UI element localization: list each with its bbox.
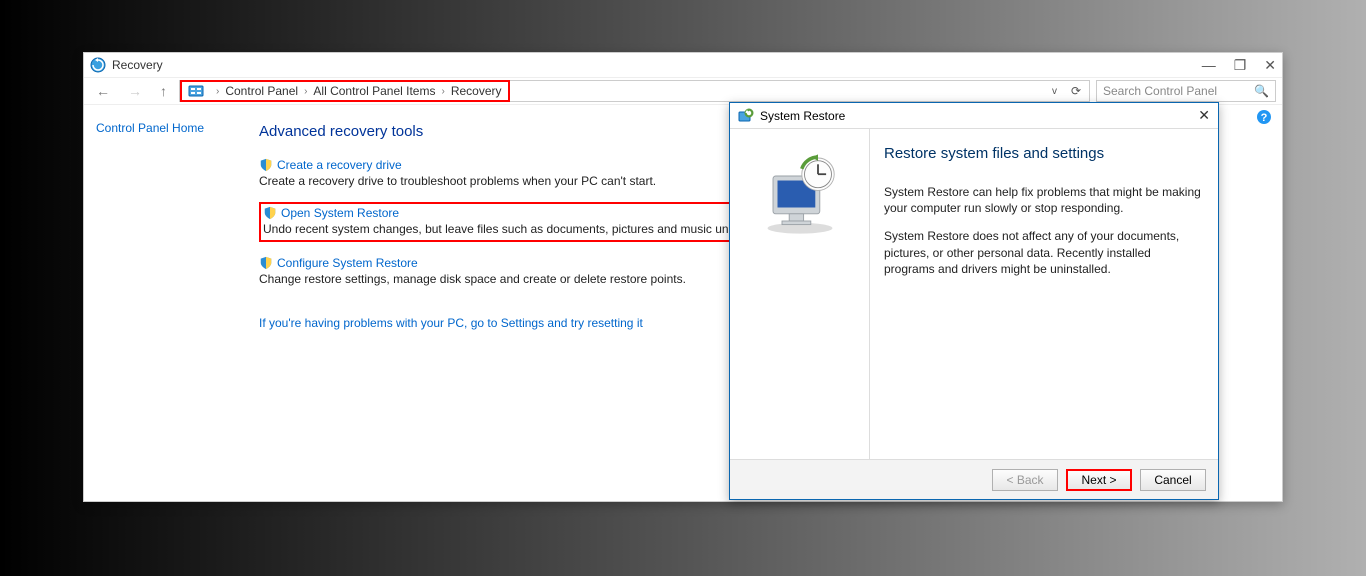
nav-forward-icon[interactable]: → — [122, 83, 148, 99]
back-button: < Back — [992, 469, 1058, 491]
dialog-paragraph-2: System Restore does not affect any of yo… — [884, 228, 1204, 277]
chevron-right-icon: › — [304, 86, 307, 97]
dialog-body: Restore system files and settings System… — [730, 129, 1218, 459]
search-input[interactable]: Search Control Panel 🔍 — [1096, 80, 1276, 102]
dialog-heading: Restore system files and settings — [884, 145, 1204, 162]
breadcrumb-bar[interactable]: › Control Panel › All Control Panel Item… — [179, 80, 1090, 102]
chevron-right-icon: › — [441, 86, 444, 97]
search-placeholder: Search Control Panel — [1103, 84, 1217, 98]
dialog-close-icon[interactable]: ✕ — [1198, 107, 1210, 124]
dialog-footer: < Back Next > Cancel — [730, 459, 1218, 499]
create-recovery-drive-link[interactable]: Create a recovery drive — [277, 158, 402, 172]
troubleshoot-link[interactable]: If you're having problems with your PC, … — [259, 316, 643, 330]
control-panel-icon — [188, 83, 204, 99]
next-button[interactable]: Next > — [1066, 469, 1132, 491]
system-restore-icon — [738, 108, 754, 124]
dialog-left-pane — [730, 129, 870, 459]
dialog-paragraph-1: System Restore can help fix problems tha… — [884, 184, 1204, 216]
breadcrumb-item-control-panel[interactable]: Control Panel — [225, 84, 298, 98]
system-restore-illustration-icon — [755, 149, 845, 239]
nav-back-icon[interactable]: ← — [90, 83, 116, 99]
dialog-right-pane: Restore system files and settings System… — [870, 129, 1218, 459]
refresh-icon[interactable]: ⟳ — [1063, 84, 1089, 98]
window-controls: — ❐ ✕ — [1202, 57, 1276, 74]
shield-icon — [263, 206, 277, 220]
shield-icon — [259, 158, 273, 172]
address-bar: ← → ↑ › Control Panel › All Control Pane… — [84, 77, 1282, 105]
dialog-title: System Restore — [760, 109, 845, 123]
svg-text:?: ? — [1261, 112, 1268, 124]
maximize-button[interactable]: ❐ — [1234, 57, 1247, 74]
breadcrumb-dropdown-icon[interactable]: v — [1052, 86, 1063, 97]
sidebar: Control Panel Home — [84, 105, 259, 501]
window-titlebar: Recovery — ❐ ✕ — [84, 53, 1282, 77]
open-system-restore-link[interactable]: Open System Restore — [281, 206, 399, 220]
breadcrumb-highlight: › Control Panel › All Control Panel Item… — [180, 80, 510, 102]
cancel-button[interactable]: Cancel — [1140, 469, 1206, 491]
breadcrumb-item-recovery[interactable]: Recovery — [451, 84, 502, 98]
help-icon[interactable]: ? — [1256, 109, 1272, 130]
configure-system-restore-link[interactable]: Configure System Restore — [277, 256, 418, 270]
recovery-icon — [90, 57, 106, 73]
open-system-restore-desc: Undo recent system changes, but leave fi… — [263, 222, 778, 236]
search-icon: 🔍 — [1254, 84, 1269, 98]
chevron-right-icon: › — [216, 86, 219, 97]
tool-open-system-restore: Open System Restore Undo recent system c… — [263, 206, 778, 236]
control-panel-home-link[interactable]: Control Panel Home — [96, 121, 204, 135]
system-restore-dialog: System Restore ✕ — [729, 102, 1219, 500]
nav-up-icon[interactable]: ↑ — [154, 83, 173, 99]
dialog-titlebar: System Restore ✕ — [730, 103, 1218, 129]
window-title: Recovery — [112, 58, 163, 72]
minimize-button[interactable]: — — [1202, 57, 1216, 74]
tool-open-system-restore-highlight: Open System Restore Undo recent system c… — [259, 202, 782, 242]
close-button[interactable]: ✕ — [1264, 57, 1276, 74]
shield-icon — [259, 256, 273, 270]
breadcrumb-item-all-items[interactable]: All Control Panel Items — [313, 84, 435, 98]
